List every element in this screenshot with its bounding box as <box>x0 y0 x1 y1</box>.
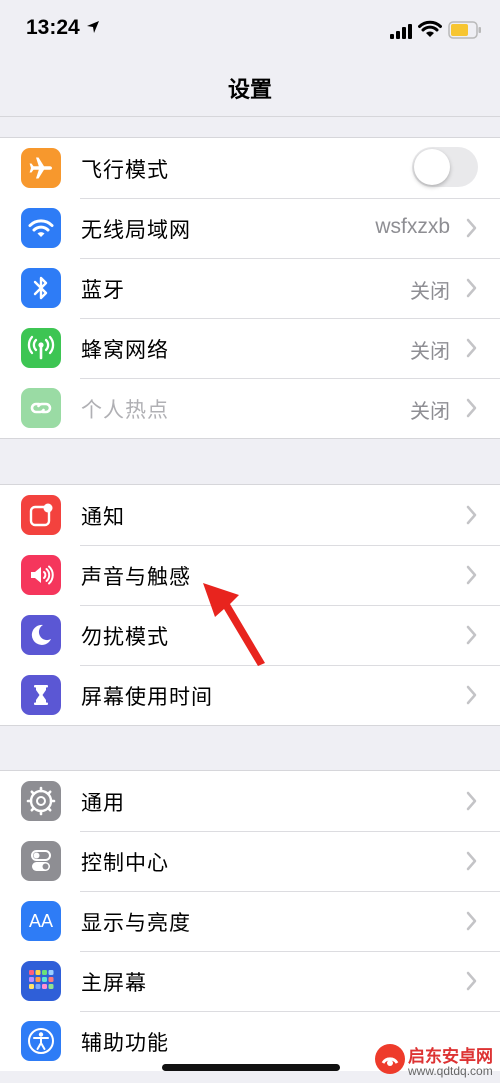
settings-row-label: 通知 <box>81 505 125 529</box>
watermark-logo: 启东安卓网 www.qdtdq.com <box>374 1040 500 1083</box>
settings-row-personal-hotspot[interactable]: 个人热点 关闭 <box>0 378 500 438</box>
watermark-url: www.qdtdq.com <box>408 1064 493 1078</box>
chevron-right-icon <box>466 971 477 991</box>
chevron-right-icon <box>466 565 477 585</box>
settings-row-notifications[interactable]: 通知 <box>0 485 500 545</box>
settings-row-label: 显示与亮度 <box>81 911 191 935</box>
chevron-right-icon <box>466 791 477 811</box>
status-time: 13:24 <box>26 16 80 39</box>
home-indicator[interactable] <box>162 1064 340 1071</box>
settings-row-airplane-mode[interactable]: 飞行模式 <box>0 138 500 198</box>
notifications-icon <box>21 495 61 535</box>
aa-icon: AA <box>21 901 61 941</box>
settings-row-value: 关闭 <box>410 339 450 363</box>
aa-icon-text: AA <box>28 910 53 931</box>
gear-icon <box>21 781 61 821</box>
wifi-status-icon <box>418 20 442 37</box>
chevron-right-icon <box>466 338 477 358</box>
chevron-right-icon <box>466 685 477 705</box>
chevron-right-icon <box>466 851 477 871</box>
settings-row-label: 蜂窝网络 <box>81 338 169 362</box>
settings-row-home-screen[interactable]: 主屏幕 <box>0 951 500 1011</box>
hotspot-icon <box>21 388 61 428</box>
settings-row-label: 个人热点 <box>81 398 169 422</box>
settings-row-label: 蓝牙 <box>81 278 125 302</box>
page-title: 设置 <box>227 78 272 103</box>
nav-divider <box>0 116 500 117</box>
settings-row-value: wsfxzxb <box>375 215 450 238</box>
bluetooth-icon <box>21 268 61 308</box>
toggles-icon <box>21 841 61 881</box>
airplane-mode-toggle[interactable] <box>412 147 478 187</box>
accessibility-icon <box>21 1021 61 1061</box>
settings-row-screen-time[interactable]: 屏幕使用时间 <box>0 665 500 725</box>
settings-row-label: 通用 <box>81 791 125 815</box>
connectivity-group: 飞行模式 无线局域网 wsfxzxb 蓝牙 关闭 蜂窝网络 关闭 个人热点 关闭 <box>0 137 500 439</box>
settings-row-label: 屏幕使用时间 <box>81 685 213 709</box>
settings-row-label: 飞行模式 <box>81 158 169 182</box>
watermark-icon <box>375 1044 405 1074</box>
cellular-icon <box>21 328 61 368</box>
annotation-arrow <box>203 583 265 666</box>
chevron-right-icon <box>466 218 477 238</box>
wifi-icon <box>21 208 61 248</box>
settings-row-value: 关闭 <box>410 399 450 423</box>
settings-row-value: 关闭 <box>410 279 450 303</box>
cellular-signal-icon <box>390 24 412 39</box>
settings-row-label: 勿扰模式 <box>81 625 169 649</box>
chevron-right-icon <box>466 278 477 298</box>
home-grid-icon <box>21 961 61 1001</box>
settings-row-display-brightness[interactable]: AA 显示与亮度 <box>0 891 500 951</box>
sound-icon <box>21 555 61 595</box>
settings-row-label: 声音与触感 <box>81 565 191 589</box>
battery-icon <box>448 21 481 39</box>
hourglass-icon <box>21 675 61 715</box>
settings-row-label: 无线局域网 <box>81 218 191 242</box>
settings-row-label: 辅助功能 <box>81 1031 169 1055</box>
chevron-right-icon <box>466 398 477 418</box>
general-group: 通用 控制中心 AA 显示与亮度 主屏幕 辅助功能 <box>0 770 500 1071</box>
chevron-right-icon <box>466 625 477 645</box>
chevron-right-icon <box>466 911 477 931</box>
settings-row-wifi[interactable]: 无线局域网 wsfxzxb <box>0 198 500 258</box>
status-bar: 13:24 <box>0 0 500 62</box>
settings-row-label: 控制中心 <box>81 851 169 875</box>
settings-row-cellular[interactable]: 蜂窝网络 关闭 <box>0 318 500 378</box>
airplane-icon <box>21 148 61 188</box>
moon-icon <box>21 615 61 655</box>
settings-row-control-center[interactable]: 控制中心 <box>0 831 500 891</box>
location-arrow-icon <box>87 21 99 33</box>
settings-row-general[interactable]: 通用 <box>0 771 500 831</box>
settings-row-label: 主屏幕 <box>81 971 147 995</box>
chevron-right-icon <box>466 505 477 525</box>
settings-row-bluetooth[interactable]: 蓝牙 关闭 <box>0 258 500 318</box>
toggle-knob <box>414 149 450 185</box>
